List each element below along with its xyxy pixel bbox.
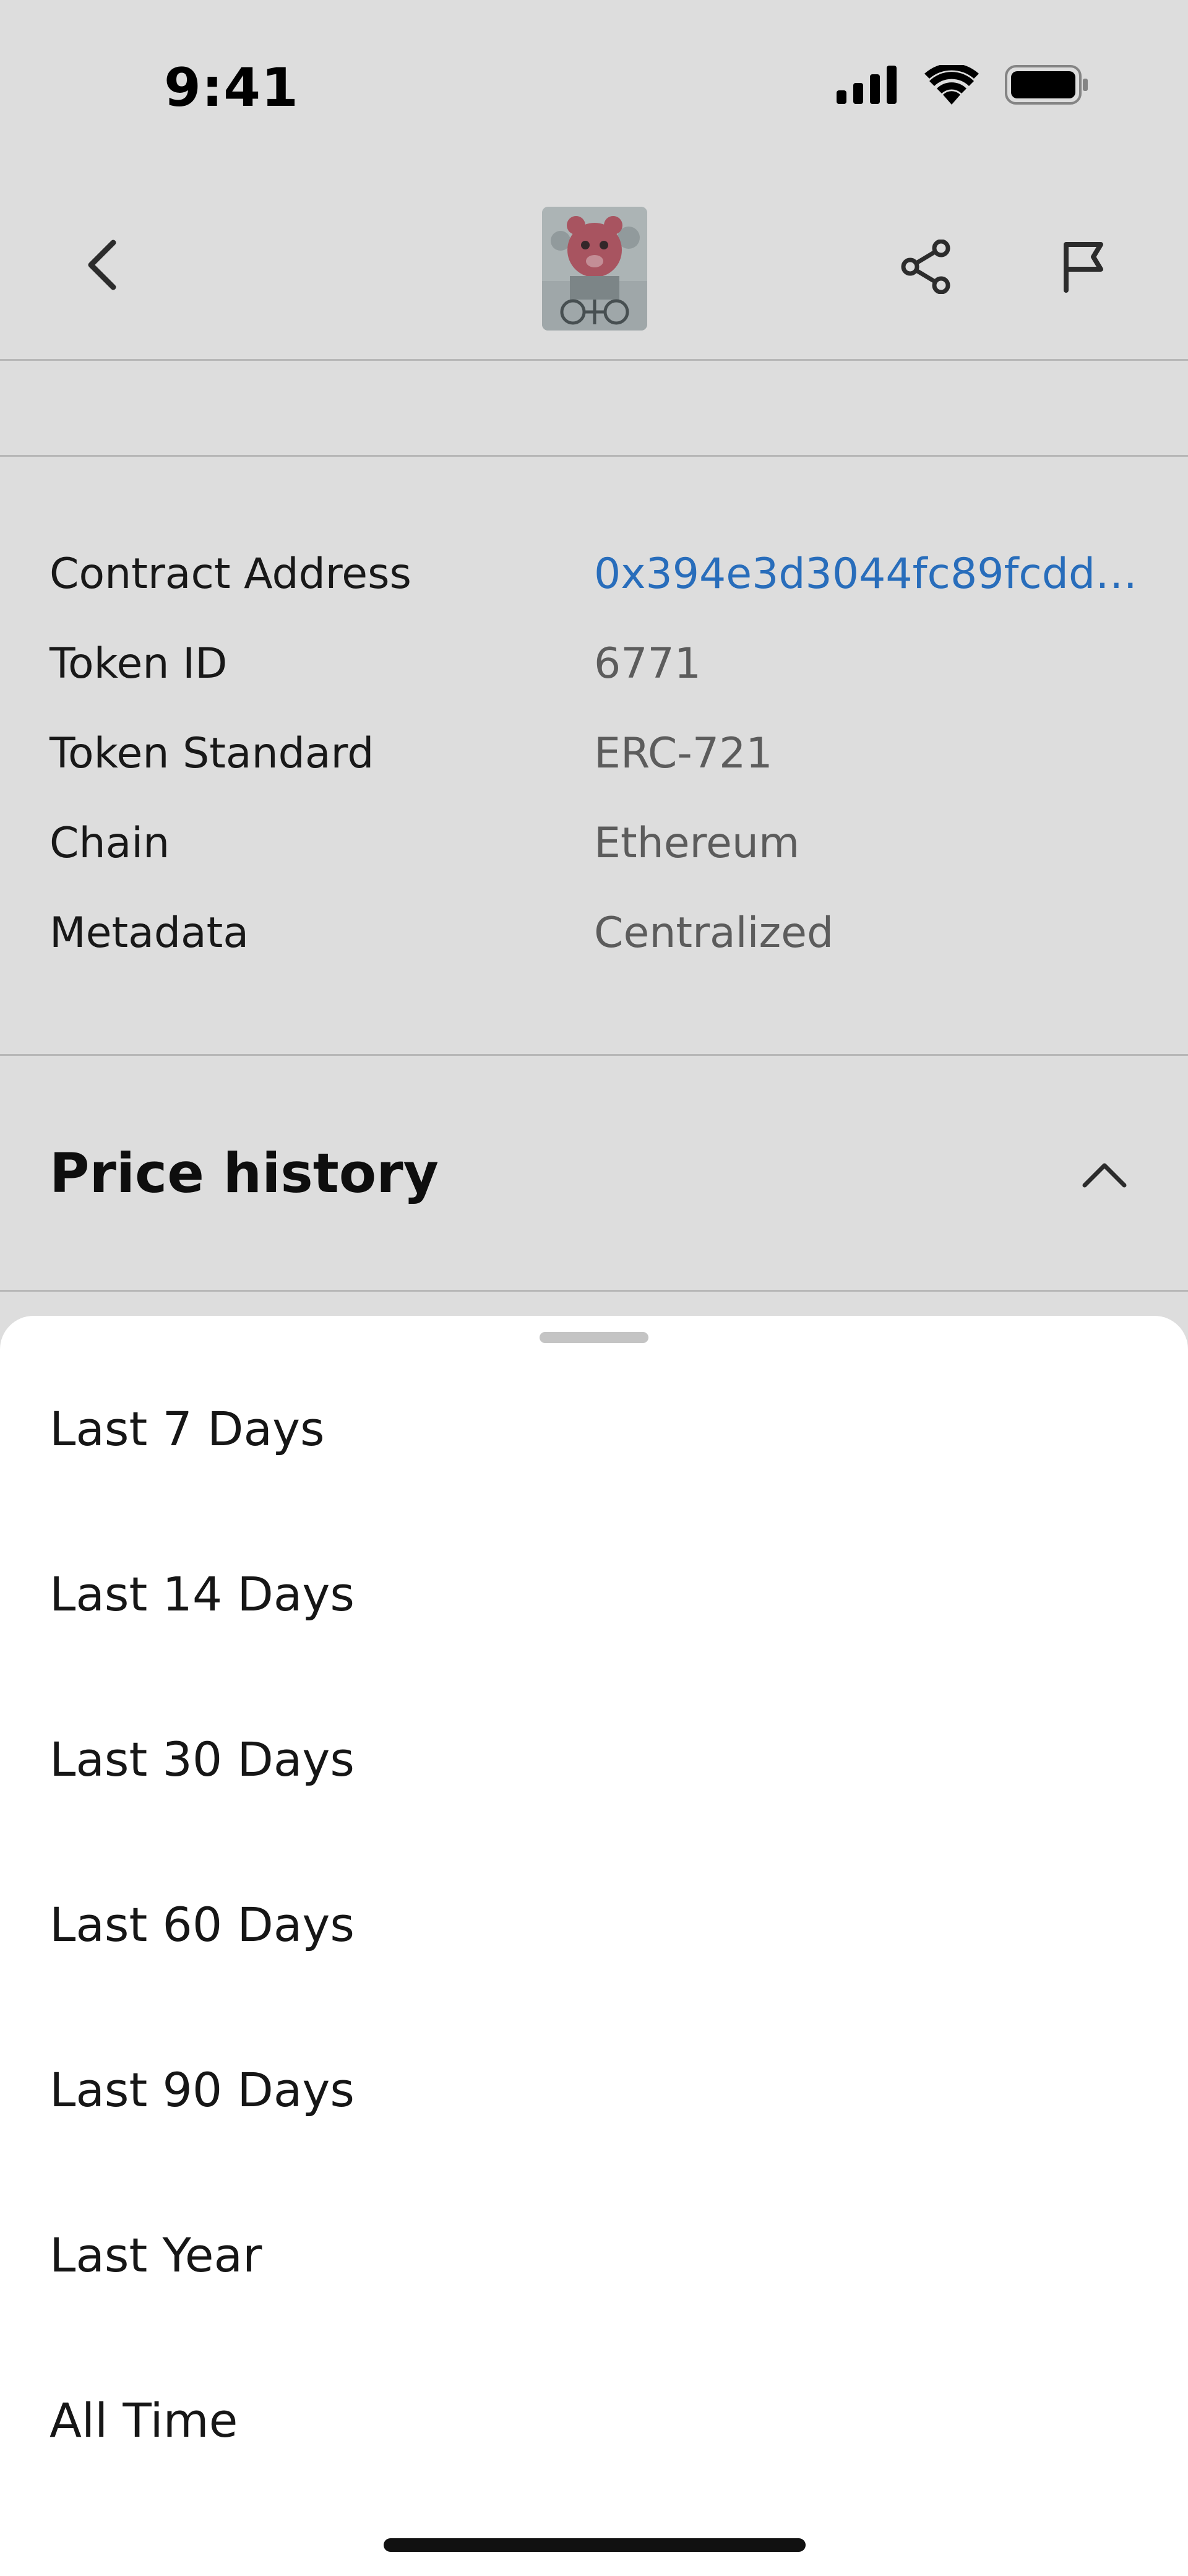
detail-row-token-standard: Token Standard ERC-721	[0, 729, 1188, 797]
chevron-up-icon	[1081, 1160, 1128, 1193]
option-label: Last 60 Days	[50, 1897, 355, 1952]
option-label: All Time	[50, 2393, 238, 2448]
option-label: Last 7 Days	[50, 1401, 325, 1456]
nft-thumbnail	[542, 207, 647, 331]
detail-value: ERC-721	[594, 729, 773, 778]
detail-label: Token Standard	[50, 729, 374, 778]
option-label: Last 14 Days	[50, 1567, 355, 1622]
option-label: Last 30 Days	[50, 1732, 355, 1787]
flag-icon	[1061, 241, 1106, 295]
option-all-time[interactable]: All Time	[0, 2345, 1188, 2481]
detail-value: Ethereum	[594, 819, 800, 868]
option-last-30-days[interactable]: Last 30 Days	[0, 1683, 1188, 1820]
detail-value: Centralized	[594, 909, 834, 957]
price-history-title: Price history	[50, 1141, 439, 1205]
share-button[interactable]	[898, 239, 954, 296]
time-range-sheet: Last 7 Days Last 14 Days Last 30 Days La…	[0, 1316, 1188, 2576]
detail-row-chain: Chain Ethereum	[0, 819, 1188, 887]
status-icons	[837, 63, 1089, 107]
status-bar: 9:41	[0, 0, 1188, 173]
screen: 9:41 Contract Address 0x394e3d3044fc89fc…	[0, 0, 1188, 2576]
option-last-14-days[interactable]: Last 14 Days	[0, 1518, 1188, 1654]
option-label: Last Year	[50, 2228, 262, 2283]
wifi-icon	[924, 63, 979, 107]
sheet-grabber[interactable]	[540, 1332, 648, 1343]
status-time: 9:41	[164, 57, 299, 119]
nav-bar	[0, 173, 1188, 361]
detail-label: Metadata	[50, 909, 249, 957]
option-last-7-days[interactable]: Last 7 Days	[0, 1353, 1188, 1489]
collapse-button[interactable]	[1077, 1149, 1132, 1204]
section-divider	[0, 359, 1188, 457]
contract-address-link[interactable]: 0x394e3d3044fc89fcdd…	[594, 550, 1137, 599]
detail-row-contract-address: Contract Address 0x394e3d3044fc89fcdd…	[0, 550, 1188, 618]
detail-value: 6771	[594, 639, 702, 688]
detail-row-metadata: Metadata Centralized	[0, 909, 1188, 977]
detail-label: Contract Address	[50, 550, 411, 599]
detail-row-token-id: Token ID 6771	[0, 639, 1188, 707]
share-icon	[900, 239, 952, 296]
price-history-header[interactable]: Price history	[0, 1056, 1188, 1292]
back-button[interactable]	[74, 238, 130, 294]
option-last-year[interactable]: Last Year	[0, 2179, 1188, 2315]
report-button[interactable]	[1056, 240, 1111, 296]
detail-label: Chain	[50, 819, 170, 868]
token-details: Contract Address 0x394e3d3044fc89fcdd… T…	[0, 457, 1188, 1056]
option-label: Last 90 Days	[50, 2062, 355, 2117]
signal-icon	[837, 66, 898, 106]
battery-icon	[1005, 65, 1089, 107]
chevron-left-icon	[84, 239, 121, 293]
option-last-90-days[interactable]: Last 90 Days	[0, 2014, 1188, 2150]
option-last-60-days[interactable]: Last 60 Days	[0, 1849, 1188, 1985]
home-indicator[interactable]	[384, 2538, 806, 2552]
detail-label: Token ID	[50, 639, 228, 688]
